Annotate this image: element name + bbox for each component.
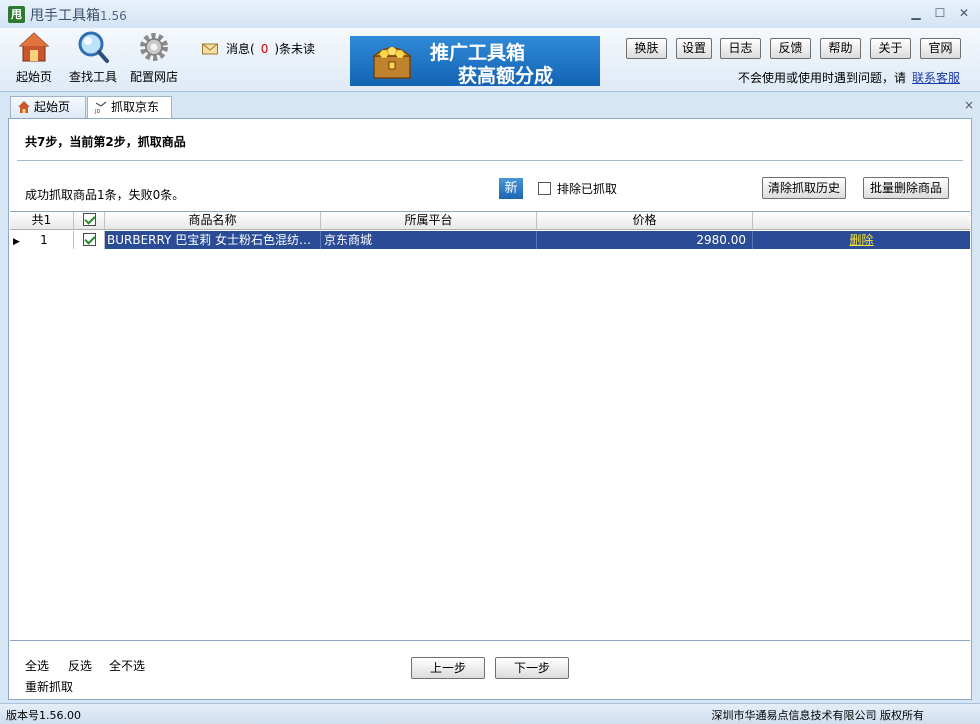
home-icon — [18, 32, 50, 62]
skin-button[interactable]: 换肤 — [626, 38, 667, 59]
gear-icon — [140, 33, 168, 61]
header-product-name: 商品名称 — [105, 212, 321, 230]
config-shop-button[interactable]: 配置网店 — [124, 30, 184, 88]
home-tool-button[interactable]: 起始页 — [4, 30, 64, 88]
about-button[interactable]: 关于 — [870, 38, 911, 59]
product-name-cell: BURBERRY 巴宝莉 女士粉石色混纺… — [105, 231, 321, 249]
find-tool-label: 查找工具 — [68, 70, 117, 84]
banner-line2: 获高额分成 — [458, 65, 554, 86]
row-checkbox — [82, 233, 96, 246]
select-all-link[interactable]: 全选 — [25, 657, 49, 674]
message-suffix: )条未读 — [274, 42, 316, 56]
tab-start-page-label: 起始页 — [34, 100, 71, 114]
log-button[interactable]: 日志 — [720, 38, 761, 59]
message-prefix: 消息( — [226, 42, 255, 56]
status-bar: 版本号1.56.00 深圳市华通易点信息技术有限公司 版权所有 — [0, 703, 980, 724]
next-step-button[interactable]: 下一步 — [495, 657, 569, 679]
jd-icon: JD — [94, 101, 107, 114]
treasure-chest-icon — [372, 47, 412, 79]
table-row[interactable]: ▶ 1 BURBERRY 巴宝莉 女士粉石色混纺… 京东商城 2980.00 删除 — [10, 231, 970, 249]
message-indicator[interactable]: 消息( 0 )条未读 — [202, 40, 315, 57]
title-bar: 甩 甩手工具箱1.56 ▁ ☐ ✕ — [0, 0, 980, 28]
contact-support-link[interactable]: 联系客服 — [912, 71, 960, 85]
close-button[interactable]: ✕ — [954, 4, 974, 22]
tab-fetch-jd[interactable]: JD 抓取京东 — [87, 96, 172, 119]
version-label: 版本号1.56.00 — [6, 709, 81, 722]
app-version: 1.56 — [100, 9, 127, 23]
price-cell: 2980.00 — [537, 231, 753, 249]
row-index: 1 — [40, 233, 48, 247]
website-button[interactable]: 官网 — [920, 38, 961, 59]
magnifier-icon — [78, 31, 109, 63]
tab-bar: 起始页 JD 抓取京东 × — [0, 92, 980, 119]
header-select-all[interactable] — [74, 212, 105, 230]
row-checkbox-cell[interactable] — [74, 231, 105, 249]
settings-button[interactable]: 设置 — [676, 38, 712, 59]
header-price: 价格 — [537, 212, 753, 230]
header-divider — [17, 160, 963, 161]
table-header: 共1 商品名称 所属平台 价格 — [10, 212, 970, 230]
header-count: 共1 — [10, 212, 74, 230]
delete-cell: 删除 — [753, 231, 970, 249]
select-none-link[interactable]: 全不选 — [109, 657, 145, 674]
product-table: 共1 商品名称 所属平台 价格 ▶ 1 BURBERRY 巴宝莉 女士粉石色混纺…… — [10, 211, 970, 641]
svg-text:JD: JD — [94, 109, 100, 114]
delete-link[interactable]: 删除 — [849, 233, 873, 247]
help-button[interactable]: 帮助 — [820, 38, 861, 59]
exclude-fetched-label: 排除已抓取 — [557, 182, 618, 196]
row-index-cell: ▶ 1 — [10, 231, 74, 249]
prev-step-button[interactable]: 上一步 — [411, 657, 485, 679]
help-text: 不会使用或使用时遇到问题，请 — [737, 71, 906, 85]
home-icon — [18, 101, 30, 113]
exclude-fetched-checkbox[interactable]: 排除已抓取 — [538, 180, 617, 197]
row-pointer-icon: ▶ — [13, 237, 20, 247]
close-tab-button[interactable]: × — [964, 98, 974, 112]
help-line: 不会使用或使用时遇到问题，请 联系客服 — [738, 69, 960, 86]
header-action — [753, 212, 970, 230]
feedback-button[interactable]: 反馈 — [770, 38, 811, 59]
fetch-result-text: 成功抓取商品1条，失败0条。 — [25, 188, 185, 202]
minimize-button[interactable]: ▁ — [906, 4, 926, 22]
platform-cell: 京东商城 — [321, 231, 537, 249]
maximize-button[interactable]: ☐ — [930, 4, 950, 22]
message-count: 0 — [260, 42, 269, 56]
refetch-link[interactable]: 重新抓取 — [25, 678, 73, 695]
tab-fetch-jd-label: 抓取京东 — [111, 100, 160, 114]
bulk-delete-button[interactable]: 批量删除商品 — [863, 177, 949, 199]
envelope-icon — [202, 43, 218, 55]
app-logo: 甩 — [8, 6, 25, 23]
app-title-text: 甩手工具箱 — [30, 8, 100, 24]
invert-selection-link[interactable]: 反选 — [68, 657, 92, 674]
header-platform: 所属平台 — [321, 212, 537, 230]
toolbar: 起始页 查找工具 配置网店 消息(0)条未读 推广工具箱 获高额分成 换肤 … — [0, 28, 980, 92]
config-shop-label: 配置网店 — [129, 70, 178, 84]
content-panel: 共7步，当前第2步，抓取商品 成功抓取商品1条，失败0条。 新 排除已抓取 清除… — [8, 118, 972, 700]
home-tool-label: 起始页 — [15, 70, 52, 84]
step-header: 共7步，当前第2步，抓取商品 — [25, 135, 186, 149]
tab-start-page[interactable]: 起始页 — [10, 96, 86, 118]
clear-history-button[interactable]: 清除抓取历史 — [762, 177, 846, 199]
new-button[interactable]: 新 — [499, 178, 523, 199]
copyright-label: 深圳市华通易点信息技术有限公司 版权所有 — [711, 709, 925, 722]
find-tool-button[interactable]: 查找工具 — [63, 30, 123, 88]
exclude-checkbox-box — [538, 182, 551, 195]
promo-banner[interactable]: 推广工具箱 获高额分成 — [350, 36, 600, 86]
header-checkbox — [82, 213, 96, 226]
app-title: 甩手工具箱1.56 — [30, 5, 127, 25]
